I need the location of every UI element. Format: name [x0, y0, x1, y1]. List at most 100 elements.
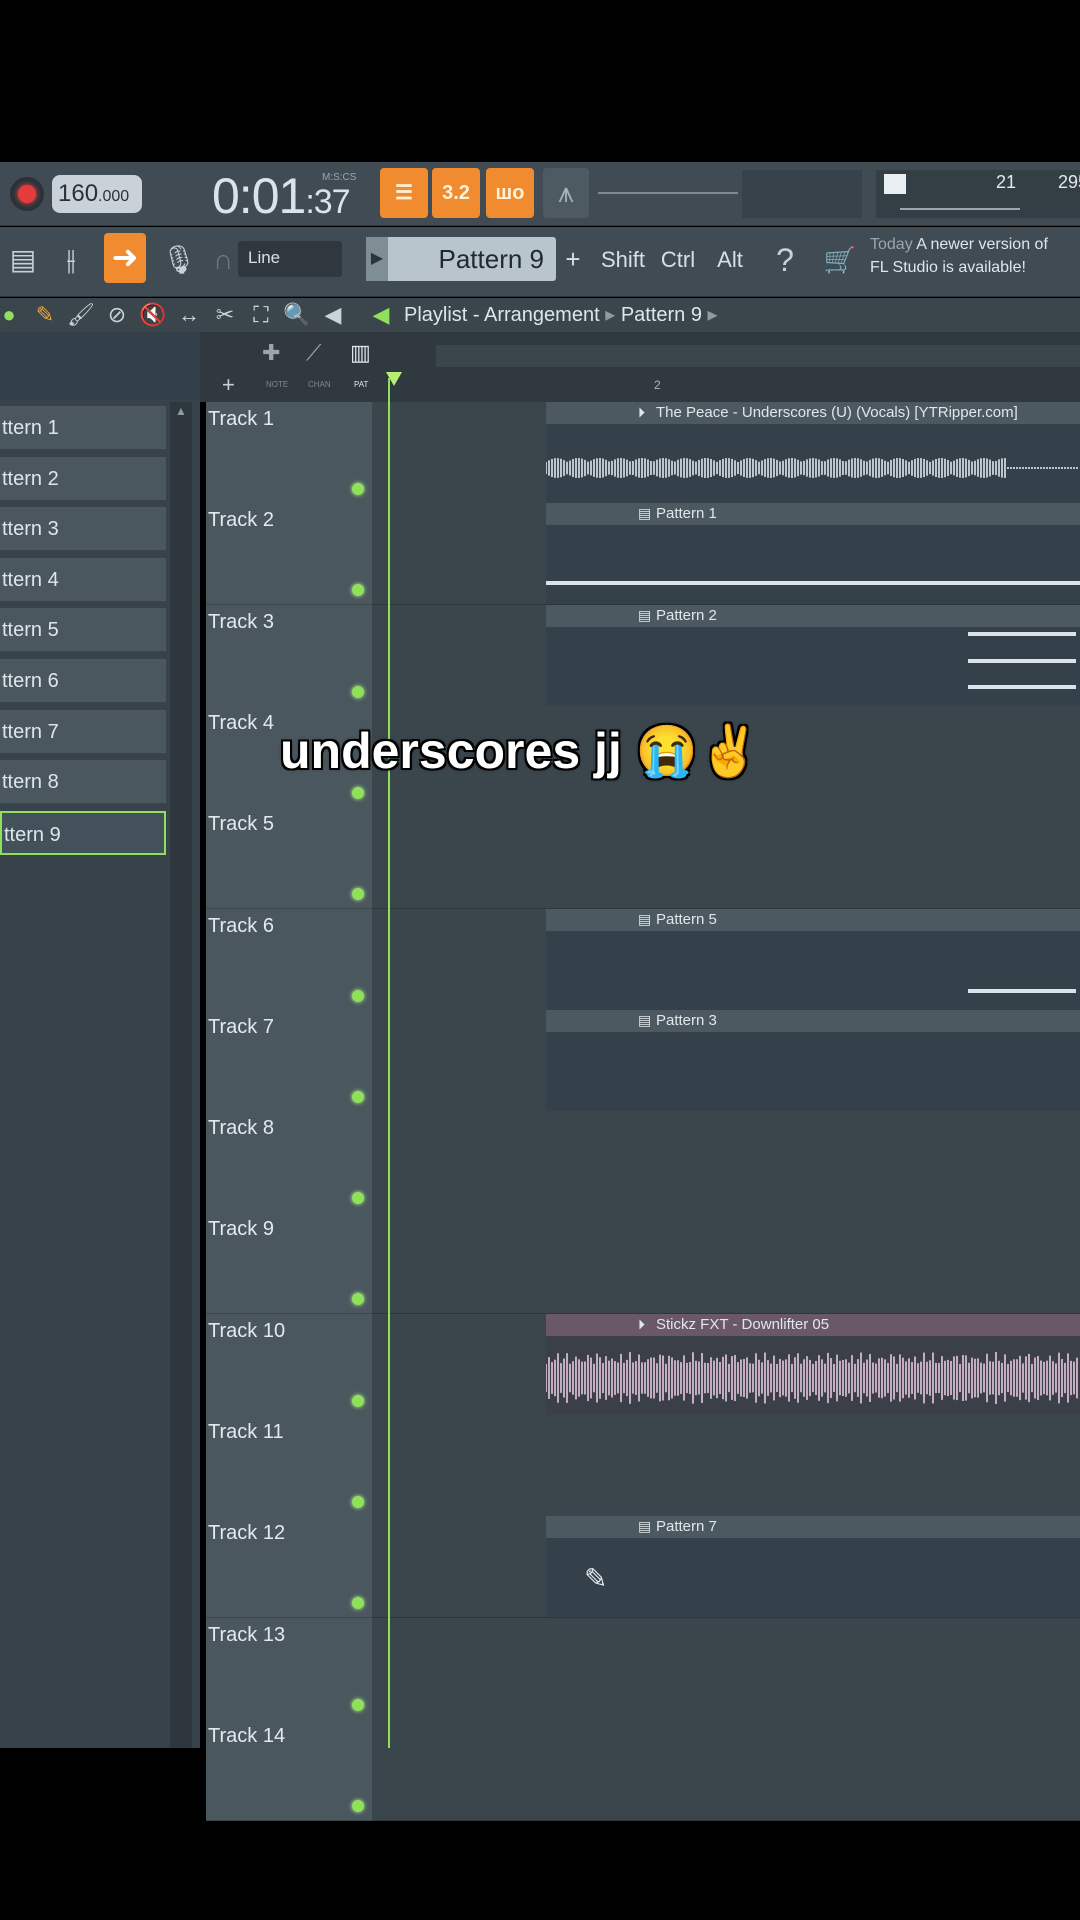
time-main: 0:01: [212, 168, 306, 224]
add-pattern-button[interactable]: +: [558, 237, 588, 281]
metronome-button[interactable]: 3.2: [432, 168, 480, 218]
track-mute-led[interactable]: [352, 1192, 364, 1205]
track-mute-led[interactable]: [352, 989, 364, 1002]
track-header[interactable]: Track 1: [206, 402, 372, 504]
track-header[interactable]: Track 5: [206, 807, 372, 910]
mute-icon[interactable]: 🔇: [138, 300, 168, 330]
track-mute-led[interactable]: [352, 1090, 364, 1103]
record-button[interactable]: [10, 177, 44, 211]
delete-icon[interactable]: ⊘: [102, 300, 132, 330]
track-header[interactable]: Track 2: [206, 503, 372, 606]
pattern-mode-button[interactable]: ☰: [380, 168, 428, 218]
slice-icon[interactable]: ✂: [210, 300, 240, 330]
ctrl-button[interactable]: Ctrl: [656, 239, 700, 281]
microphone-icon[interactable]: 🎙: [156, 237, 202, 283]
pattern-clip[interactable]: Pattern 2 ▤: [546, 604, 1080, 706]
shop-icon[interactable]: 🛒: [822, 237, 858, 283]
playlist-name: Playlist - Arrangement: [404, 304, 600, 326]
snap-icon[interactable]: ⩚: [543, 168, 589, 218]
pattern-selector[interactable]: Pattern 9: [366, 237, 556, 281]
track-header[interactable]: Track 9: [206, 1212, 372, 1315]
zoom-icon[interactable]: 🔍: [282, 300, 312, 330]
snap-mode-select[interactable]: Line: [238, 241, 342, 277]
mixer-icon[interactable]: ⫲: [48, 237, 94, 283]
track-mute-led[interactable]: [352, 1496, 364, 1508]
channel-filter-icon[interactable]: ⟋: [306, 340, 321, 366]
track-header[interactable]: Track 12: [206, 1516, 372, 1619]
playhead-marker-icon[interactable]: [386, 372, 402, 386]
wait-input-button[interactable]: шο: [486, 168, 534, 218]
track-mute-led[interactable]: [352, 1698, 364, 1711]
track-name: Track 1: [208, 408, 274, 430]
track-lane[interactable]: [372, 1212, 1080, 1315]
breadcrumb-pattern[interactable]: Pattern 9: [621, 304, 702, 326]
pattern-prev-icon[interactable]: ▶: [366, 237, 388, 281]
audio-clip-icon: ⏵: [638, 1315, 645, 1332]
track-header[interactable]: Track 11: [206, 1415, 372, 1517]
picker-item[interactable]: ttern 7: [0, 709, 166, 754]
browser-icon[interactable]: ▤: [0, 237, 46, 283]
picker-item[interactable]: ttern 8: [0, 760, 166, 805]
slip-icon[interactable]: ↔: [174, 300, 204, 330]
help-icon[interactable]: ?: [762, 237, 808, 283]
arrow-right-icon[interactable]: ➜: [104, 233, 146, 283]
track-mute-led[interactable]: [352, 1394, 364, 1407]
picker-scrollbar[interactable]: [170, 402, 192, 1748]
scroll-up-icon[interactable]: ▲: [172, 404, 190, 424]
track-lane[interactable]: [372, 1111, 1080, 1214]
track-mute-led[interactable]: [352, 483, 364, 495]
audio-clip[interactable]: The Peace - Underscores (U) (Vocals) [YT…: [546, 402, 1080, 503]
picker-item[interactable]: ttern 2: [0, 456, 166, 501]
track-mute-led[interactable]: [352, 685, 364, 698]
track-mute-led[interactable]: [352, 888, 364, 901]
track-mute-led[interactable]: [352, 786, 364, 799]
track-header[interactable]: Track 10: [206, 1313, 372, 1416]
pattern-clip-icon: ▤: [638, 910, 652, 927]
note-bar: [968, 684, 1076, 689]
playlist-menu-icon[interactable]: ●: [0, 300, 24, 330]
track-header[interactable]: Track 8: [206, 1111, 372, 1214]
add-track-button[interactable]: +: [222, 372, 235, 398]
cpu-meter-icon: [884, 174, 906, 194]
shift-button[interactable]: Shift: [600, 239, 646, 281]
picker-item[interactable]: ttern 6: [0, 659, 166, 703]
picker-item[interactable]: ttern 9: [0, 810, 166, 855]
track-lane[interactable]: [372, 1415, 1080, 1517]
waveform: [546, 1351, 1078, 1404]
track-header[interactable]: Track 13: [206, 1617, 372, 1720]
track-lane[interactable]: [372, 807, 1080, 910]
select-icon[interactable]: ⛶: [246, 300, 276, 330]
pattern-filter-icon[interactable]: ▥: [350, 340, 371, 366]
pencil-icon[interactable]: ✎: [30, 300, 60, 330]
speaker-icon[interactable]: ◀: [366, 300, 396, 330]
track-header[interactable]: Track 3: [206, 604, 372, 707]
pattern-clip[interactable]: Pattern 5 ▤: [546, 908, 1080, 1010]
track-mute-led[interactable]: [352, 1799, 364, 1812]
track-mute-led[interactable]: [352, 584, 364, 597]
pattern-clip[interactable]: Pattern 1 ▤: [546, 503, 1080, 605]
track-lane[interactable]: [372, 1617, 1080, 1720]
picker-item[interactable]: ttern 1: [0, 406, 166, 450]
tempo-display[interactable]: 160.000: [52, 175, 142, 213]
overview-strip[interactable]: [436, 345, 1080, 367]
track-header[interactable]: Track 14: [206, 1718, 372, 1821]
track-lane[interactable]: [372, 1718, 1080, 1821]
pattern-clip[interactable]: Pattern 3 ▤: [546, 1009, 1080, 1111]
playback-icon[interactable]: ◀: [318, 300, 348, 330]
track-mute-led[interactable]: [352, 1293, 364, 1306]
picker-item[interactable]: ttern 4: [0, 557, 166, 602]
paint-icon[interactable]: 🖌: [66, 300, 96, 330]
audio-clip[interactable]: Stickz FXT - Downlifter 05 ⏵: [546, 1313, 1080, 1415]
track-header[interactable]: Track 6: [206, 908, 372, 1011]
pattern-clip[interactable]: Pattern 7 ▤: [546, 1516, 1080, 1618]
picker-item[interactable]: ttern 3: [0, 507, 166, 552]
track-mute-led[interactable]: [352, 1597, 364, 1610]
note-filter-icon[interactable]: ✚: [262, 340, 280, 366]
clip-header: Pattern 7: [546, 1516, 1080, 1539]
clip-title: Stickz FXT - Downlifter 05: [656, 1315, 830, 1333]
track-header[interactable]: Track 7: [206, 1009, 372, 1112]
playhead[interactable]: [388, 378, 390, 1748]
picker-item[interactable]: ttern 5: [0, 608, 166, 653]
news-panel[interactable]: Today A newer version of FL Studio is av…: [870, 233, 1080, 289]
alt-button[interactable]: Alt: [710, 239, 750, 281]
